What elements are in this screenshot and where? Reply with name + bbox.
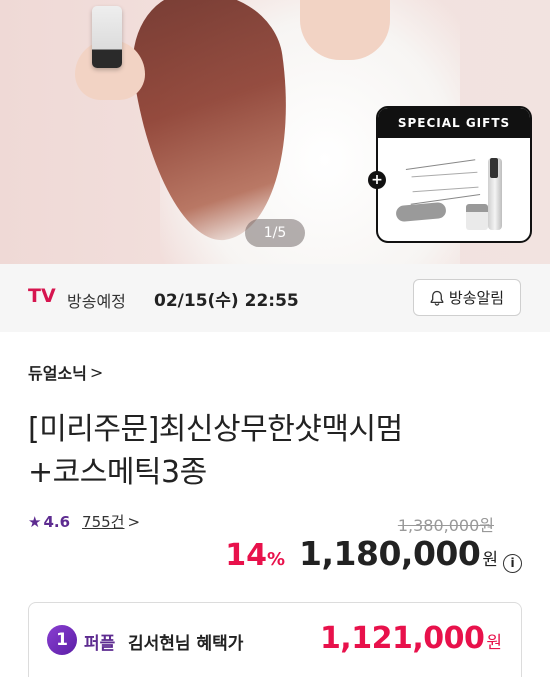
brand-link[interactable]: 듀얼소닉 > (28, 360, 103, 384)
price-row: 14 % 1,180,000 원 i (225, 534, 522, 573)
carousel-page-indicator: 1/5 (245, 219, 305, 247)
member-price-value: 1,121,000 (319, 621, 485, 656)
member-benefit-price: 1,121,000 원 (320, 621, 502, 656)
discount-rate: 14 (225, 538, 267, 573)
hair-dryer-device-image (92, 6, 122, 68)
tv-channel-badge: TV (28, 285, 56, 307)
price-currency: 원 (482, 550, 498, 570)
gift-items-image (378, 138, 530, 241)
brand-name: 듀얼소닉 (28, 364, 87, 383)
chevron-right-icon: > (127, 512, 141, 531)
bell-icon (430, 290, 444, 306)
membership-tier-badge: 1 (47, 625, 77, 655)
review-count-link[interactable]: 755건 (82, 511, 124, 532)
special-gifts-title: SPECIAL GIFTS (378, 108, 530, 138)
original-price: 1,380,000원 (397, 516, 494, 535)
member-price-currency: 원 (486, 633, 502, 653)
broadcast-status: 방송예정 (67, 292, 126, 311)
member-benefit-label: 김서현님 혜택가 (128, 634, 244, 654)
broadcast-alarm-button[interactable]: 방송알림 (413, 279, 521, 316)
product-image-carousel[interactable]: SPECIAL GIFTS + 1/5 (0, 0, 550, 264)
rating-summary[interactable]: ★ 4.6 755건 > (28, 511, 140, 532)
plus-icon: + (368, 171, 386, 189)
product-title: [미리주문]최신상무한샷맥시멈 +코스메틱3종 (28, 408, 528, 494)
product-title-line: [미리주문]최신상무한샷맥시멈 (28, 412, 403, 447)
product-title-line: +코스메틱3종 (28, 455, 207, 490)
special-gifts-card: SPECIAL GIFTS (376, 106, 532, 243)
sale-price: 1,180,000 (299, 534, 481, 573)
broadcast-datetime: 02/15(수) 22:55 (154, 291, 299, 311)
membership-tier-name: 퍼플 (84, 634, 116, 654)
discount-percent-sign: % (267, 549, 286, 570)
rating-score: 4.6 (43, 512, 71, 531)
broadcast-alarm-label: 방송알림 (448, 289, 505, 307)
info-icon[interactable]: i (503, 553, 522, 573)
star-icon: ★ (28, 512, 42, 531)
chevron-right-icon: > (89, 362, 104, 382)
